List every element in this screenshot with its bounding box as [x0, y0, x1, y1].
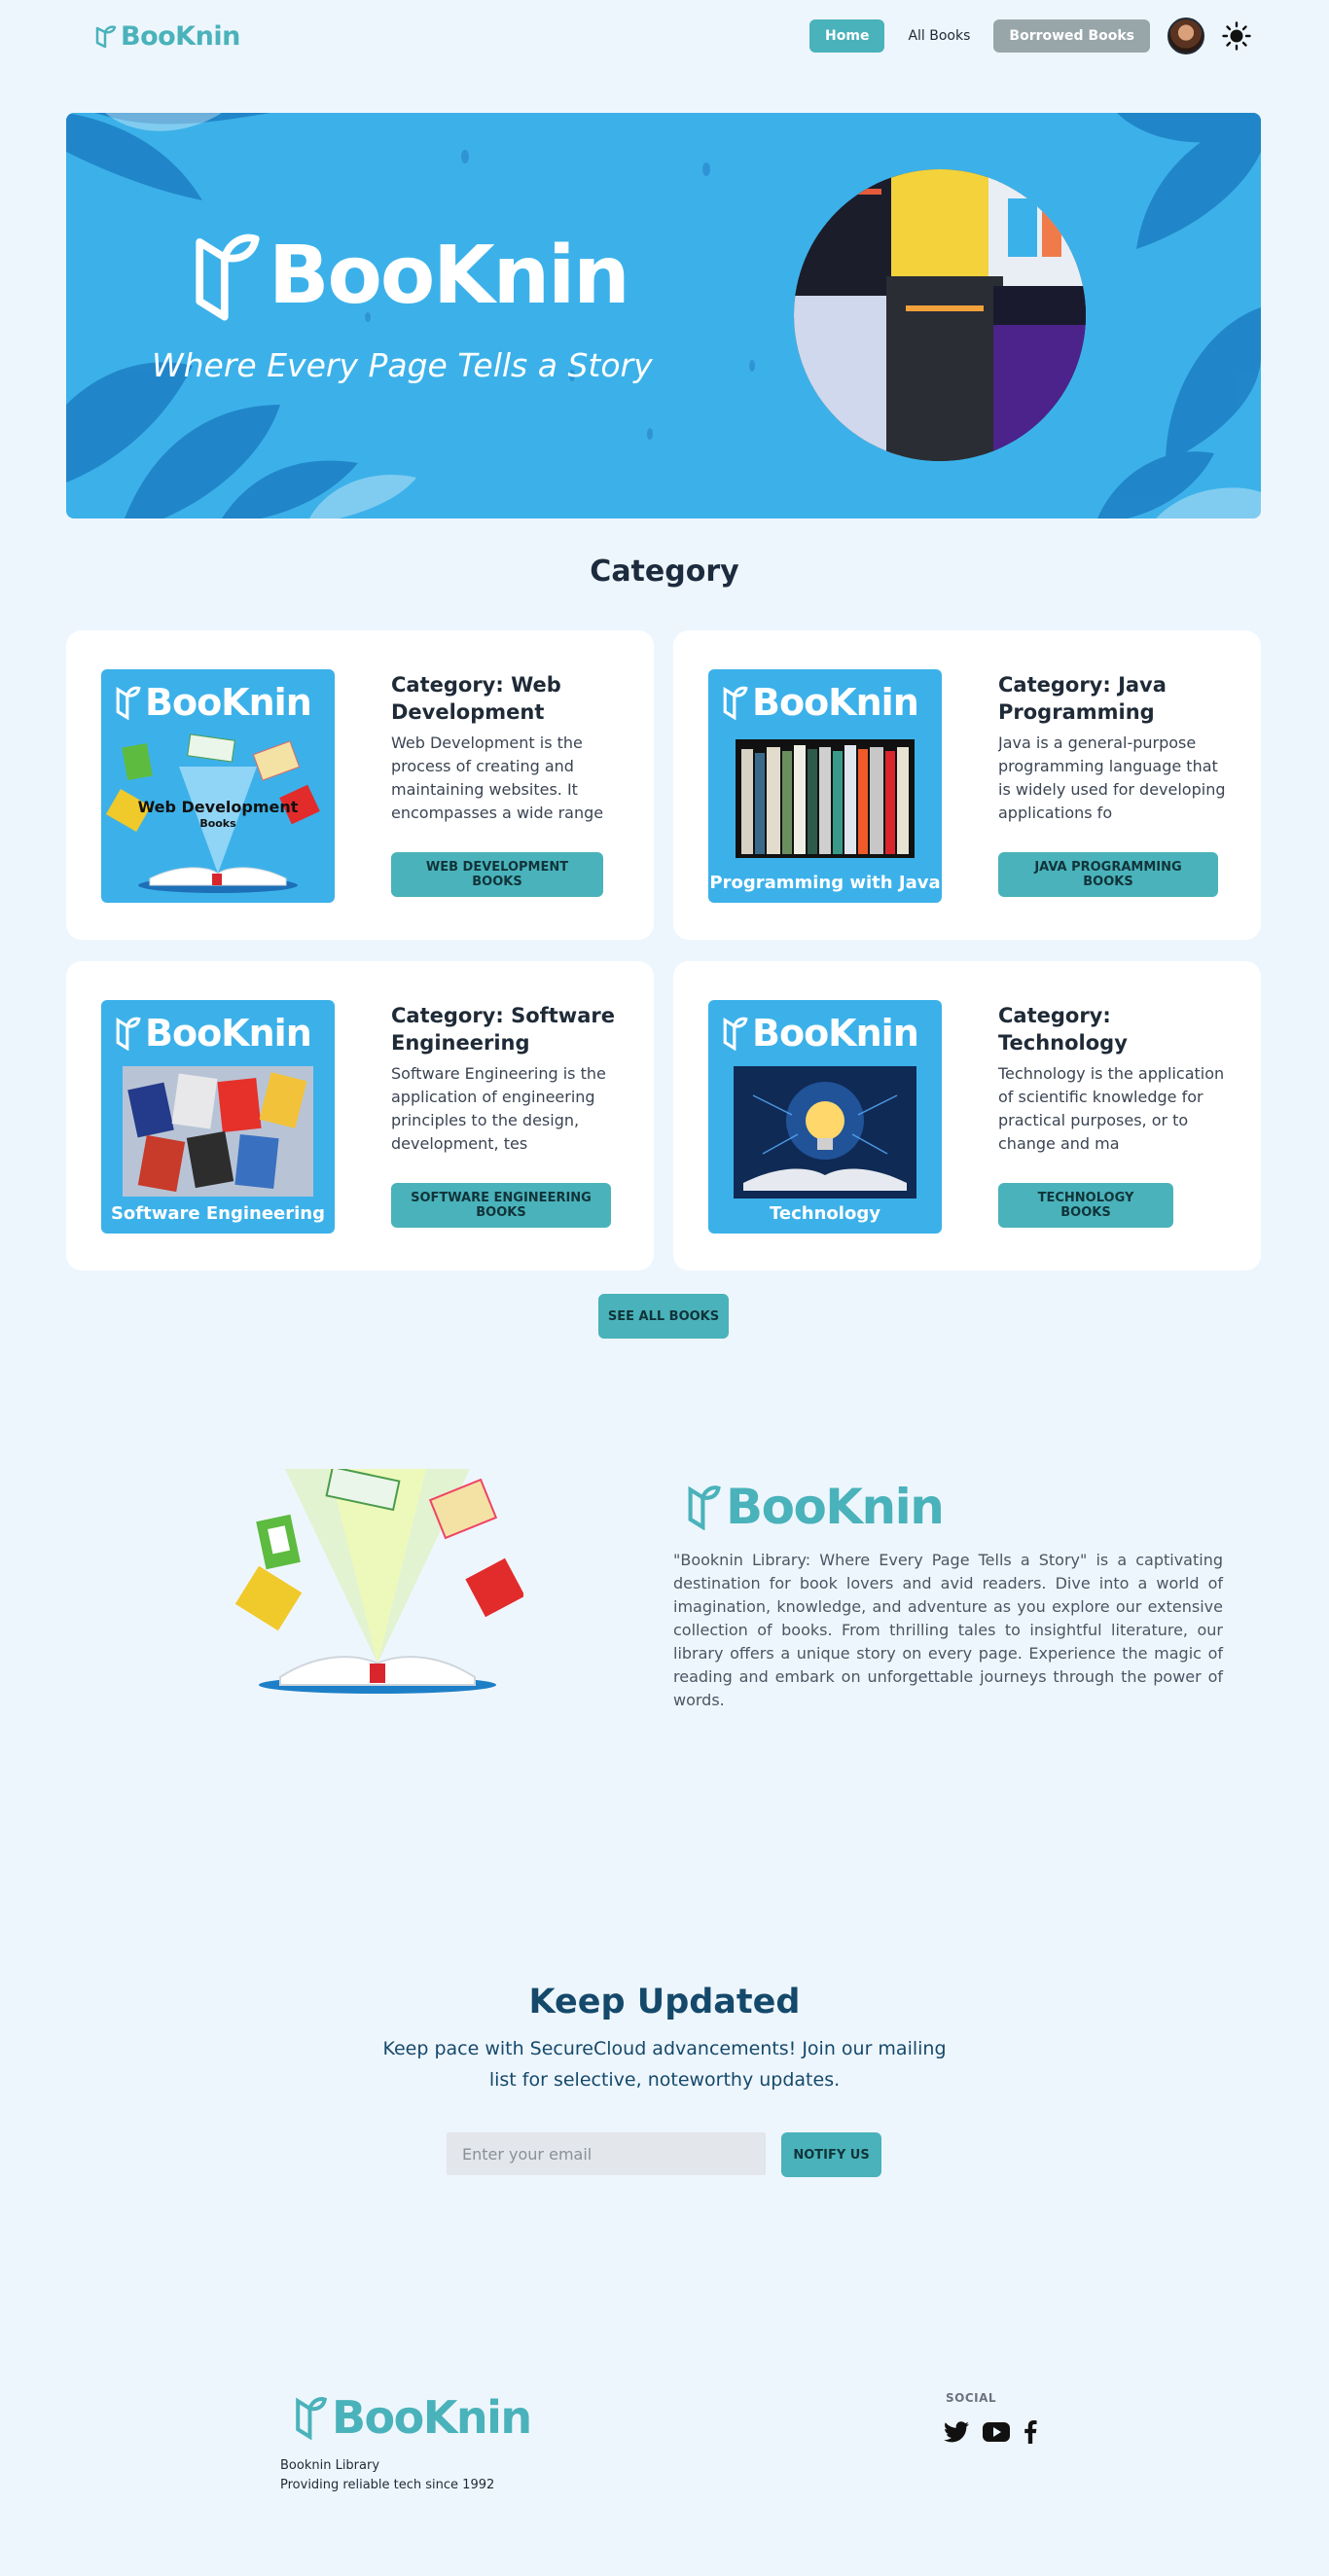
hero-banner: BooKnin Where Every Page Tells a Story: [66, 113, 1261, 519]
image-logo: BooKnin: [115, 681, 312, 724]
nav-links: Home All Books Borrowed Books: [809, 18, 1251, 54]
user-avatar[interactable]: [1167, 18, 1204, 54]
book-leaf-icon: [723, 1017, 748, 1051]
about-description: "Booknin Library: Where Every Page Tells…: [673, 1551, 1223, 1709]
hero-book-collage-image: [794, 169, 1086, 461]
social-icons: [944, 2420, 1037, 2444]
email-input[interactable]: [447, 2132, 766, 2175]
category-description: Technology is the application of scienti…: [998, 1064, 1225, 1153]
book-leaf-icon: [95, 24, 117, 48]
social-label: SOCIAL: [946, 2391, 997, 2405]
theme-toggle-sun-icon[interactable]: [1222, 21, 1251, 51]
brand-logo-text: BooKnin: [121, 21, 240, 52]
image-caption: Technology: [770, 1203, 880, 1224]
image-caption: Web Development: [137, 798, 299, 816]
category-image-java-programming: BooKnin Programming with Java: [708, 669, 942, 903]
footer-tagline: Providing reliable tech since 1992: [280, 2478, 495, 2492]
image-caption: Programming with Java: [709, 873, 941, 893]
category-title: Category: Technology: [998, 1004, 1128, 1055]
flying-books-illustration: [234, 1469, 523, 1694]
newsletter-subtitle: Keep pace with SecureCloud advancements!…: [382, 2038, 947, 2091]
book-leaf-icon: [116, 686, 141, 720]
category-image-web-development: BooKnin Web Development Books: [101, 669, 335, 903]
top-navbar: BooKnin Home All Books Borrowed Books: [0, 0, 1329, 74]
category-card-software-engineering: BooKnin Software Engineering Category: S…: [66, 961, 654, 1270]
software-engineering-books-button[interactable]: SOFTWARE ENGINEERING BOOKS: [391, 1183, 611, 1228]
twitter-icon[interactable]: [944, 2421, 969, 2443]
see-all-books-button[interactable]: SEE ALL BOOKS: [598, 1294, 729, 1339]
category-description: Java is a general-purpose programming la…: [998, 733, 1226, 822]
nav-borrowed-books-button[interactable]: Borrowed Books: [993, 19, 1150, 53]
lightbulb-book-photo: [734, 1066, 916, 1199]
nav-home-button[interactable]: Home: [809, 19, 885, 53]
category-card-web-development: BooKnin Web Development Books Category: …: [66, 630, 654, 940]
category-title: Category: Java Programming: [998, 673, 1167, 724]
book-leaf-icon: [116, 1017, 141, 1051]
image-caption: Software Engineering: [110, 1203, 326, 1224]
book-leaf-icon: [688, 1485, 721, 1530]
hero-tagline: Where Every Page Tells a Story: [152, 346, 653, 384]
newsletter-title: Keep Updated: [528, 1983, 801, 2021]
category-title: Category: Web Development: [391, 673, 561, 724]
brand-logo[interactable]: BooKnin: [95, 21, 240, 52]
facebook-icon[interactable]: [1024, 2420, 1037, 2444]
image-subcaption: Books: [199, 817, 236, 830]
category-description: Software Engineering is the application …: [391, 1064, 606, 1153]
image-logo: BooKnin: [115, 1012, 312, 1055]
footer-logo[interactable]: BooKnin: [295, 2391, 532, 2444]
category-image-software-engineering: BooKnin Software Engineering: [101, 1000, 335, 1234]
nav-all-books-link[interactable]: All Books: [902, 19, 976, 53]
category-card-java-programming: BooKnin Programming with Java Category: …: [673, 630, 1261, 940]
hero-title: BooKnin: [269, 230, 630, 322]
category-title: Category: Software Engineering: [391, 1004, 615, 1055]
category-card-technology: BooKnin Technology Category: Technology …: [673, 961, 1261, 1270]
web-development-books-button[interactable]: WEB DEVELOPMENT BOOKS: [391, 852, 603, 897]
category-image-technology: BooKnin Technology: [708, 1000, 942, 1234]
technology-books-button[interactable]: TECHNOLOGY BOOKS: [998, 1183, 1173, 1228]
category-heading: Category: [590, 555, 739, 589]
image-logo: BooKnin: [722, 1012, 919, 1055]
book-leaf-icon: [723, 686, 748, 720]
image-logo: BooKnin: [722, 681, 919, 724]
category-description: Web Development is the process of creati…: [391, 733, 604, 822]
hero-logo: BooKnin: [193, 230, 630, 323]
bookshelf-photo: [736, 739, 915, 858]
books-table-photo: [123, 1066, 313, 1197]
book-leaf-icon: [296, 2397, 328, 2440]
java-programming-books-button[interactable]: JAVA PROGRAMMING BOOKS: [998, 852, 1218, 897]
youtube-icon[interactable]: [983, 2422, 1010, 2442]
about-logo: BooKnin: [687, 1479, 945, 1535]
notify-us-button[interactable]: NOTIFY US: [781, 2132, 881, 2177]
book-leaf-icon: [196, 233, 260, 321]
footer-library-name: Booknin Library: [280, 2458, 380, 2473]
